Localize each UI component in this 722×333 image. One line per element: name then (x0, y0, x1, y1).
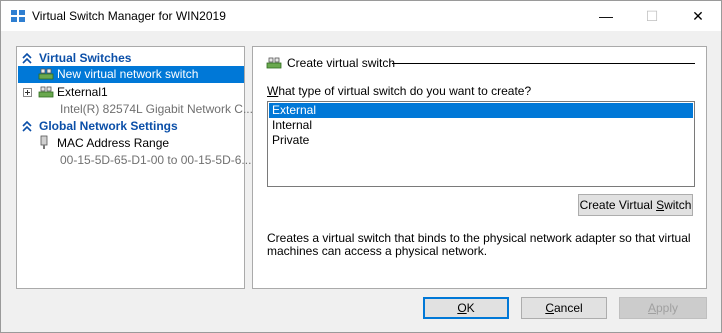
switch-type-listbox[interactable]: External Internal Private (267, 101, 695, 187)
virtual-switch-manager-window: Virtual Switch Manager for WIN2019 — ☐ ✕… (0, 0, 722, 333)
window-title: Virtual Switch Manager for WIN2019 (32, 9, 226, 23)
create-virtual-switch-button[interactable]: Create Virtual Switch (578, 194, 693, 216)
ok-button[interactable]: OK (423, 297, 509, 319)
section-label: Virtual Switches (39, 51, 132, 65)
network-adapter-icon (40, 135, 48, 149)
tree-item-mac-address-range[interactable]: MAC Address Range (18, 135, 244, 152)
tree-item-new-virtual-network-switch[interactable]: New virtual network switch (18, 66, 244, 83)
close-button[interactable]: ✕ (675, 1, 721, 31)
switch-type-option-private[interactable]: Private (269, 133, 693, 148)
button-label: pply (656, 301, 679, 315)
access-key: A (647, 301, 656, 315)
tree-item-subtext: 00-15-5D-65-D1-00 to 00-15-5D-6... (60, 153, 252, 167)
minimize-button[interactable]: — (583, 1, 629, 31)
access-key: O (457, 301, 467, 315)
title-bar: Virtual Switch Manager for WIN2019 — ☐ ✕ (1, 1, 721, 31)
button-label: ancel (553, 301, 583, 315)
section-label: Global Network Settings (39, 119, 178, 133)
maximize-button[interactable]: ☐ (629, 1, 675, 31)
network-switch-icon (266, 57, 282, 68)
switch-type-option-internal[interactable]: Internal (269, 118, 693, 133)
panel-header: Create virtual switch (266, 54, 395, 72)
navigation-tree[interactable]: Virtual Switches New virtual network swi… (16, 46, 253, 289)
switch-type-question: What type of virtual switch do you want … (267, 84, 531, 98)
tree-item-subtext: Intel(R) 82574L Gigabit Network C... (60, 102, 253, 116)
network-switch-icon (38, 68, 54, 80)
header-divider (392, 63, 695, 64)
cancel-button[interactable]: Cancel (521, 297, 607, 319)
button-label: witch (664, 198, 692, 212)
switch-type-description: Creates a virtual switch that binds to t… (267, 231, 691, 258)
switch-type-option-external[interactable]: External (269, 103, 693, 118)
access-key: C (545, 301, 554, 315)
access-key: S (656, 198, 665, 212)
button-label: K (466, 301, 475, 315)
virtual-switch-manager-icon (11, 10, 25, 22)
collapse-chevron-icon[interactable] (21, 51, 33, 65)
create-virtual-switch-panel: Create virtual switch What type of virtu… (252, 46, 707, 289)
tree-item-label: New virtual network switch (57, 67, 199, 81)
collapse-chevron-icon[interactable] (21, 119, 33, 133)
tree-item-label: External1 (57, 85, 108, 99)
expand-plus-icon[interactable] (23, 88, 32, 97)
question-text: hat type of virtual switch do you want t… (278, 84, 532, 98)
tree-item-label: MAC Address Range (57, 136, 170, 150)
tree-item-external1[interactable]: External1 (18, 84, 244, 101)
access-key: W (267, 84, 279, 98)
network-switch-icon (38, 86, 54, 98)
panel-header-label: Create virtual switch (287, 56, 396, 70)
tree-section-virtual-switches[interactable]: Virtual Switches (18, 50, 244, 66)
apply-button[interactable]: Apply (619, 297, 707, 319)
button-label: Create Virtual (579, 198, 657, 212)
tree-section-global-network-settings[interactable]: Global Network Settings (18, 118, 244, 134)
